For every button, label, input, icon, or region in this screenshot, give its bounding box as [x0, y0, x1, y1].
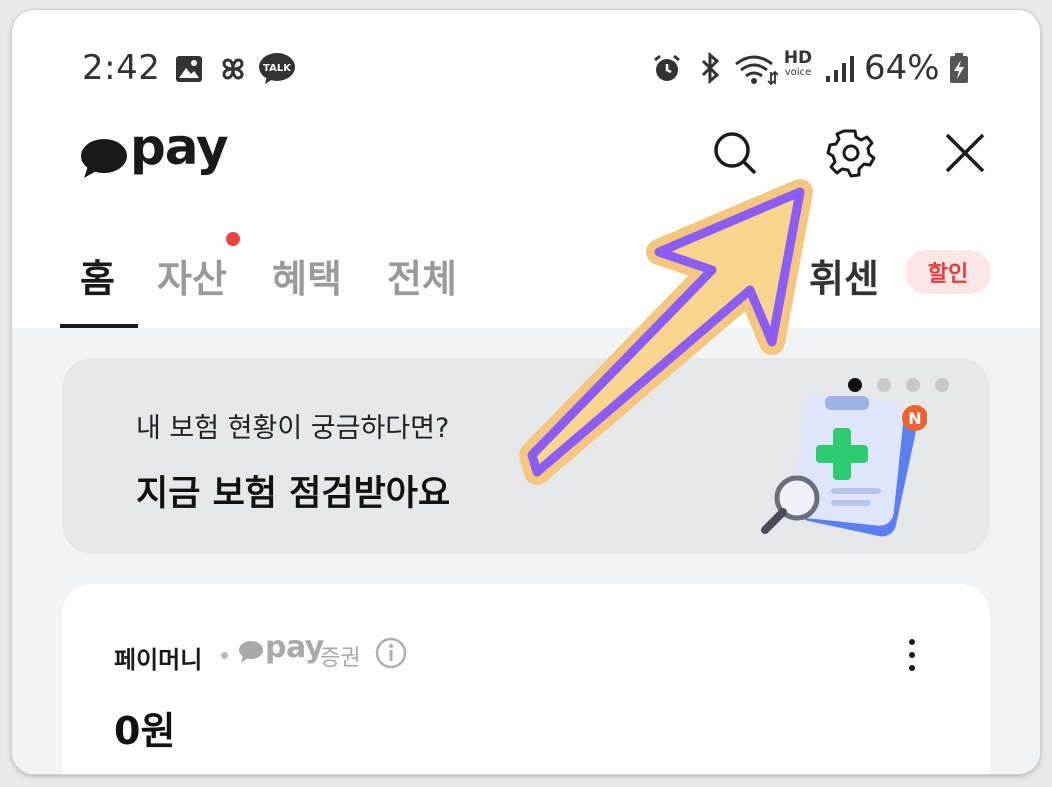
close-button[interactable] [934, 122, 996, 184]
pinwheel-icon [222, 58, 244, 80]
tab-home[interactable]: 홈 [80, 248, 115, 303]
kakaopay-logo-text: pay [130, 118, 229, 176]
bluetooth-icon [701, 52, 720, 84]
battery-charging-icon [950, 53, 968, 83]
phone-screen: 2:42 TALK HD voice 64% pay 홈 자산 혜택 전체 휘센… [12, 10, 1040, 774]
more-options-button[interactable] [892, 630, 932, 680]
kakaopay-small-logo-icon [239, 641, 263, 663]
hd-label: HD [783, 48, 813, 68]
status-time: 2:42 [82, 48, 161, 88]
paymoney-card[interactable] [62, 584, 990, 774]
kakaopay-logo-icon [81, 139, 127, 178]
pagination-dot [935, 378, 949, 392]
voice-label: voice [784, 67, 812, 78]
more-dot [909, 639, 915, 645]
battery-percentage: 64% [864, 48, 940, 88]
banner-title: 지금 보험 점검받아요 [136, 474, 451, 514]
promo-tab[interactable]: 휘센 [809, 248, 879, 303]
provider-suffix: 증권 [320, 646, 361, 671]
svg-text:TALK: TALK [263, 63, 292, 74]
status-bar: 2:42 TALK HD voice 64% [12, 10, 1040, 120]
search-button[interactable] [704, 122, 766, 184]
new-notification-dot [226, 232, 240, 246]
tab-benefits[interactable]: 혜택 [272, 248, 342, 303]
paymoney-amount: 0원 [114, 709, 176, 753]
provider-logo-text: pay [265, 630, 324, 665]
separator-dot [221, 652, 228, 659]
more-dot [909, 665, 915, 671]
close-icon [945, 133, 985, 173]
tab-assets[interactable]: 자산 [157, 248, 227, 303]
tab-all[interactable]: 전체 [387, 248, 457, 303]
tab-bar: 홈 자산 혜택 전체 [12, 238, 1040, 328]
gallery-icon [176, 56, 202, 82]
alarm-icon [654, 54, 680, 81]
new-badge: N [908, 409, 921, 428]
signal-icon [826, 56, 854, 82]
insurance-clipboard-icon: N [761, 394, 927, 537]
gear-icon [826, 129, 876, 178]
sale-badge: 할인 [905, 250, 991, 294]
hd-voice-indicator: HD voice [781, 50, 815, 78]
wifi-icon [735, 55, 778, 86]
search-icon [714, 132, 757, 175]
kakaotalk-icon: TALK [259, 53, 295, 84]
banner-subtitle: 내 보험 현황이 궁금하다면? [136, 413, 450, 444]
info-icon[interactable] [374, 636, 408, 670]
settings-button[interactable] [820, 122, 882, 184]
paymoney-label: 페이머니 [114, 646, 203, 674]
more-dot [909, 652, 915, 658]
